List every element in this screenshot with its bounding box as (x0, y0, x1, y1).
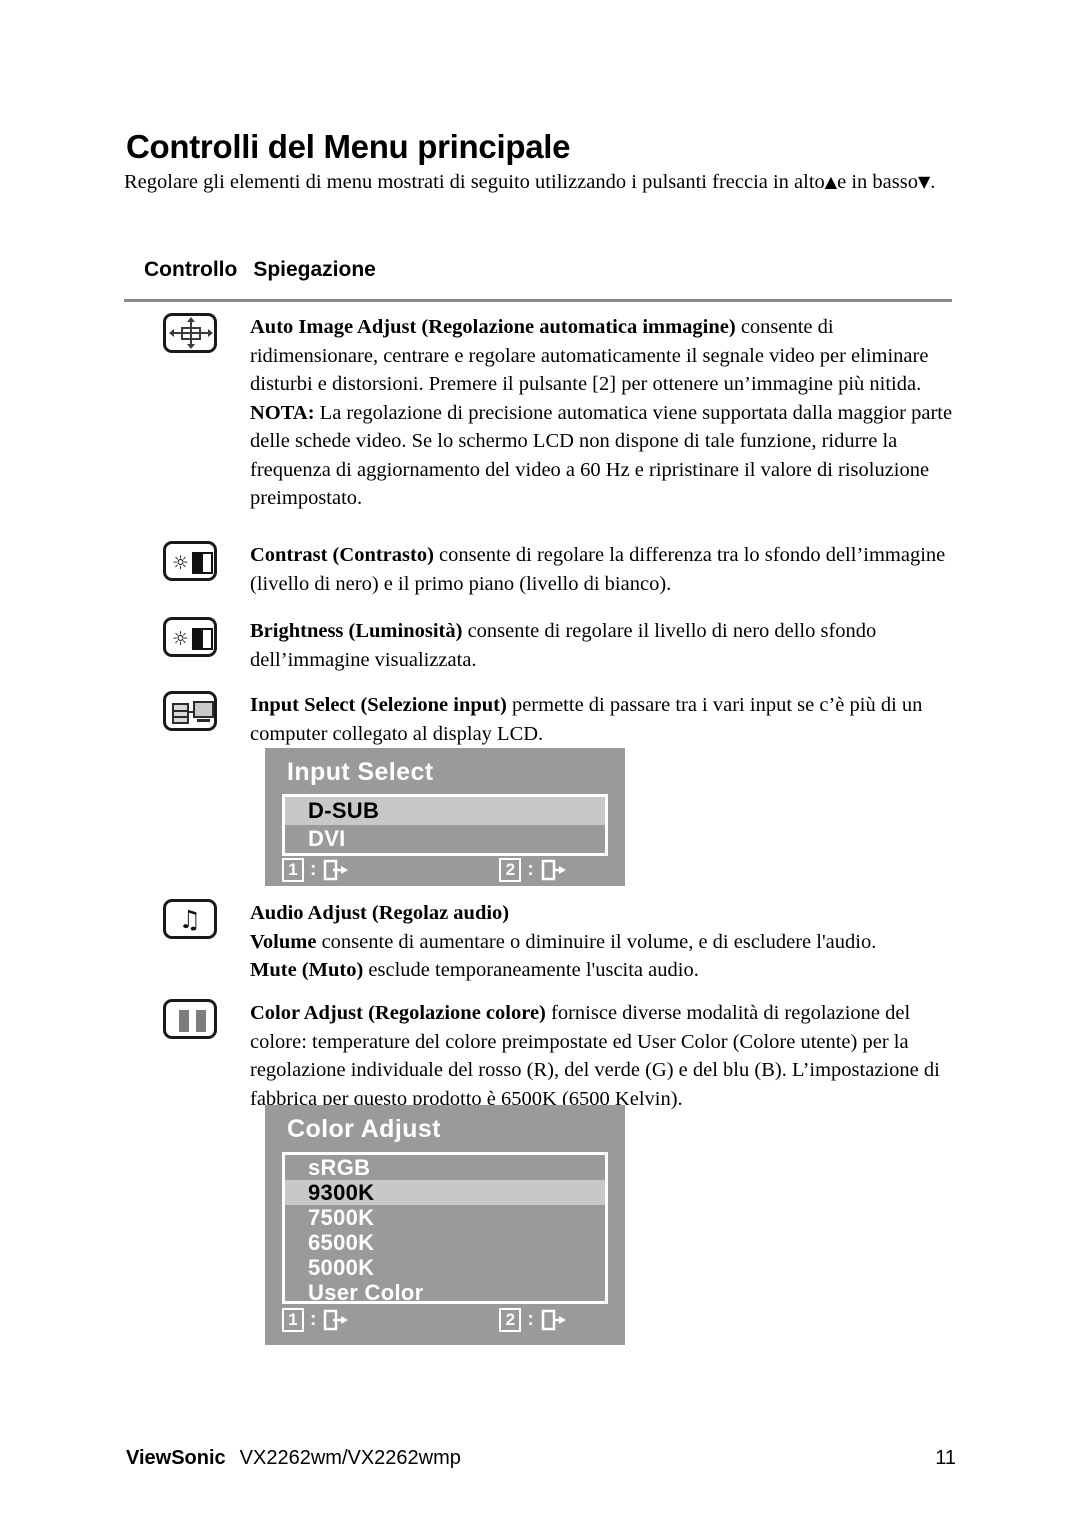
osd-title: Input Select (287, 758, 434, 786)
osd-colon: : (310, 1309, 317, 1330)
row-text: Auto Image Adjust (Regolazione automatic… (250, 313, 956, 513)
page-footer: ViewSonic VX2262wm/VX2262wmp (126, 1447, 461, 1470)
color-adjust-icon (163, 999, 217, 1039)
intro-text-middle: e in basso (837, 171, 918, 193)
paragraph: Brightness (Luminosità) consente di rego… (250, 617, 956, 674)
exit-icon (323, 1308, 349, 1332)
icon-cell: ☼ (163, 541, 217, 581)
paragraph: NOTA: La regolazione di precisione autom… (250, 399, 956, 513)
paragraph: Input Select (Selezione input) permette … (250, 691, 956, 748)
osd-colon: : (527, 1309, 534, 1330)
paragraph: Volume consente di aumentare o diminuire… (250, 928, 956, 957)
page-number: 11 (935, 1447, 956, 1469)
icon-cell: ♫ (163, 899, 217, 939)
paragraph: Auto Image Adjust (Regolazione automatic… (250, 313, 956, 399)
osd-option-list: D-SUB DVI (282, 794, 608, 856)
volume-description: consente di aumentare o diminuire il vol… (316, 930, 877, 953)
term-label: Input Select (Selezione input) (250, 694, 507, 716)
audio-adjust-icon: ♫ (163, 899, 217, 939)
term-label: Contrast (Contrasto) (250, 544, 434, 566)
auto-image-adjust-icon (163, 313, 217, 353)
osd-option-srgb[interactable]: sRGB (285, 1155, 605, 1180)
mute-description: esclude temporaneamente l'uscita audio. (363, 959, 699, 981)
osd-option-user-color[interactable]: User Color (285, 1280, 605, 1305)
osd-option-9300k[interactable]: 9300K (285, 1180, 605, 1205)
osd-option-dvi[interactable]: DVI (285, 825, 605, 853)
osd-colon: : (310, 859, 317, 880)
icon-cell (163, 691, 217, 731)
term-label: Auto Image Adjust (Regolazione automatic… (250, 316, 736, 338)
enter-icon (541, 858, 567, 882)
osd-option-d-sub[interactable]: D-SUB (285, 797, 605, 825)
table-column-headers: Controllo Spiegazione (144, 258, 376, 282)
icon-cell (163, 313, 217, 353)
volume-label: Volume (250, 930, 317, 953)
icon-cell (163, 999, 217, 1039)
exit-icon (323, 858, 349, 882)
input-select-icon (163, 691, 217, 731)
paragraph: Audio Adjust (Regolaz audio) (250, 899, 956, 928)
brand-name: ViewSonic (126, 1447, 226, 1469)
header-divider (124, 299, 952, 302)
paragraph: Color Adjust (Regolazione colore) fornis… (250, 999, 956, 1113)
osd-color-adjust: Color Adjust sRGB 9300K 7500K 6500K 5000… (265, 1105, 625, 1345)
mute-label: Mute (Muto) (250, 959, 364, 981)
term-label: Brightness (Luminosità) (250, 620, 463, 642)
term-label: Color Adjust (Regolazione colore) (250, 1002, 546, 1024)
row-text: Audio Adjust (Regolaz audio) Volume cons… (250, 899, 956, 985)
osd-key-1: 1 (282, 858, 304, 882)
model-name: VX2262wm/VX2262wmp (239, 1447, 461, 1469)
osd-option-6500k[interactable]: 6500K (285, 1230, 605, 1255)
osd-title: Color Adjust (287, 1115, 441, 1143)
row-text: Brightness (Luminosità) consente di rego… (250, 617, 956, 674)
up-arrow-icon: ▲ (824, 172, 838, 191)
icon-cell: ☼ (163, 617, 217, 657)
intro-paragraph: Regolare gli elementi di menu mostrati d… (124, 167, 954, 197)
osd-option-5000k[interactable]: 5000K (285, 1255, 605, 1280)
osd-input-select: Input Select D-SUB DVI 1 : 2 : (265, 748, 625, 886)
osd-key-2: 2 (499, 858, 522, 882)
osd-key-1: 1 (282, 1308, 304, 1332)
intro-text-before: Regolare gli elementi di menu mostrati d… (124, 171, 825, 193)
note-description: La regolazione di precisione automatica … (250, 401, 953, 510)
row-text: Input Select (Selezione input) permette … (250, 691, 956, 748)
enter-icon (541, 1308, 567, 1332)
note-label: NOTA: (250, 401, 315, 424)
osd-footer: 1 : 2 : (282, 1308, 613, 1332)
brightness-icon: ☼ (163, 617, 217, 657)
intro-text-after: . (930, 171, 936, 193)
column-header-explanation: Spiegazione (253, 258, 376, 281)
paragraph: Contrast (Contrasto) consente di regolar… (250, 541, 956, 598)
down-arrow-icon: ▼ (917, 172, 931, 191)
page-title: Controlli del Menu principale (126, 128, 571, 166)
osd-key-2: 2 (499, 1308, 522, 1332)
osd-footer: 1 : 2 : (282, 858, 613, 882)
contrast-icon: ☼ (163, 541, 217, 581)
row-text: Color Adjust (Regolazione colore) fornis… (250, 999, 956, 1113)
osd-colon: : (527, 859, 534, 880)
row-text: Contrast (Contrasto) consente di regolar… (250, 541, 956, 598)
osd-option-7500k[interactable]: 7500K (285, 1205, 605, 1230)
paragraph: Mute (Muto) esclude temporaneamente l'us… (250, 956, 956, 985)
column-header-control: Controllo (144, 258, 238, 281)
document-page: Controlli del Menu principale Regolare g… (0, 0, 1080, 1527)
term-label: Audio Adjust (Regolaz audio) (250, 902, 510, 924)
osd-option-list: sRGB 9300K 7500K 6500K 5000K User Color (282, 1152, 608, 1305)
